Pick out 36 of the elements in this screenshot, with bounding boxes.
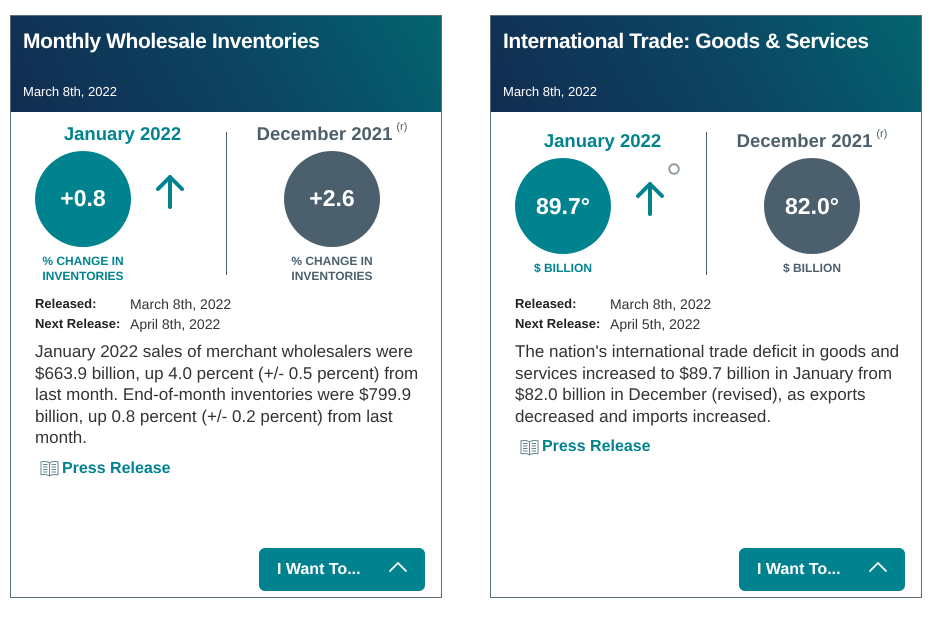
card-title: International Trade: Goods & Services: [503, 29, 870, 55]
book-icon: [40, 460, 59, 477]
i-want-to-button[interactable]: I Want To...: [739, 548, 905, 591]
header-date: March 8th, 2022: [23, 83, 118, 101]
card-title: Monthly Wholesale Inventories: [23, 29, 320, 55]
press-release-link[interactable]: Press Release: [520, 437, 651, 457]
value-circle: +0.8: [35, 150, 131, 246]
value-circle: +2.6: [284, 150, 380, 246]
summary-text: January 2022 sales of merchant wholesalers were $663.9 billion, up 4.0 percent (+/- 0.5 percent) from last month. End-of-month inventories were $799.9 billion, up 0.8 percent (+/- 0.2 percent) from last month.: [35, 341, 420, 448]
value-circle: 82.0°: [764, 158, 860, 254]
value-circle: 89.7°: [515, 158, 611, 254]
unit-label: $ BILLION: [782, 261, 842, 276]
period-label: December 2021: [256, 122, 392, 144]
released-date: March 8th, 2022: [130, 295, 232, 314]
next-release-label: Next Release:: [515, 315, 602, 333]
next-release-label: Next Release:: [35, 315, 122, 333]
unit-label: % CHANGE IN INVENTORIES: [290, 254, 374, 284]
press-release-link[interactable]: Press Release: [40, 458, 171, 478]
chevron-up-icon: [389, 562, 407, 572]
released-label: Released:: [35, 295, 98, 313]
unit-label: % CHANGE IN INVENTORIES: [41, 254, 125, 284]
book-icon: [520, 438, 539, 456]
header-date: March 8th, 2022: [503, 83, 598, 101]
period-label: January 2022: [62, 122, 182, 144]
next-release-date: April 5th, 2022: [610, 315, 700, 334]
summary-text: The nation's international trade deficit in goods and services increased to $89.7 billion in January from $82.0 billion in December (revised), as exports decreased and imports increased.: [515, 341, 900, 427]
released-date: March 8th, 2022: [610, 295, 712, 314]
released-label: Released:: [515, 295, 578, 313]
period-label: December 2021: [736, 130, 872, 152]
unit-label: $ BILLION: [532, 261, 593, 276]
revised-note: (r): [396, 120, 408, 134]
period-label: January 2022: [542, 130, 662, 152]
next-release-date: April 8th, 2022: [130, 315, 220, 334]
chevron-up-icon: [869, 562, 887, 572]
i-want-to-button[interactable]: I Want To...: [259, 548, 425, 591]
revised-note: (r): [876, 127, 888, 141]
